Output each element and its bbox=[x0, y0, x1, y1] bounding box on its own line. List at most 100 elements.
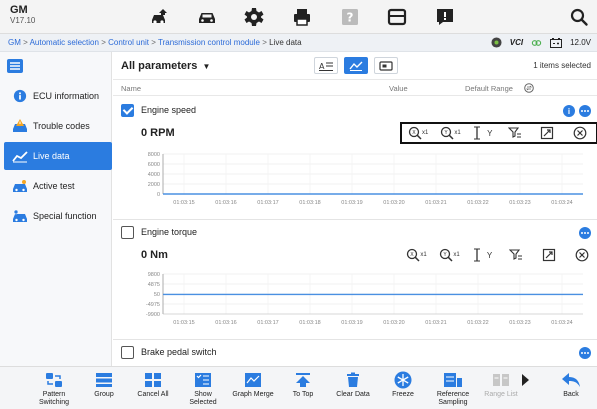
chart-svg: 8000 6000 4000 2000 0 01:03:15 01:03:16 01:03:1… bbox=[148, 152, 583, 206]
y-tick-label: 2000 bbox=[148, 182, 160, 188]
sidebar-item-live-data[interactable]: Live data bbox=[4, 142, 112, 170]
graph-merge-icon bbox=[243, 371, 263, 389]
brand-name: GM bbox=[10, 4, 28, 16]
back-icon bbox=[561, 371, 581, 389]
pattern-switch-icon bbox=[44, 371, 64, 389]
info-icon[interactable]: i bbox=[563, 105, 575, 117]
more-options-icon[interactable] bbox=[579, 227, 591, 239]
menu-toggle-icon[interactable] bbox=[6, 58, 24, 74]
text-view-button[interactable]: A bbox=[314, 57, 338, 74]
param-checkbox[interactable] bbox=[121, 226, 134, 239]
freeze-button[interactable]: Freeze bbox=[376, 371, 430, 409]
row-divider bbox=[113, 219, 597, 220]
zoom-y-button[interactable]: Y x1 bbox=[434, 124, 466, 142]
reference-sampling-button[interactable]: Reference Sampling bbox=[426, 371, 480, 409]
battery-icon bbox=[550, 37, 563, 48]
x-tick-label: 01:03:22 bbox=[467, 200, 488, 206]
toolbar-label: Back bbox=[563, 391, 579, 398]
expand-icon bbox=[542, 248, 555, 262]
fit-y-button[interactable]: Y bbox=[466, 246, 499, 264]
close-graph-button[interactable] bbox=[565, 246, 597, 264]
car-gear-icon bbox=[13, 209, 27, 222]
param-row-engine-speed[interactable]: Engine speed i bbox=[113, 100, 597, 120]
breadcrumb-item[interactable]: GM bbox=[8, 38, 21, 47]
sidebar-item-active-test[interactable]: Active test bbox=[4, 172, 112, 200]
param-row-brake-pedal-switch[interactable]: Brake pedal switch bbox=[113, 342, 597, 362]
parameter-filter-dropdown[interactable]: All parameters ▼ bbox=[121, 60, 210, 72]
graph-engine-torque: 9800 4875 50 -4975 -9900 01:03:15 01:03:16 01:0… bbox=[133, 270, 589, 334]
more-options-icon[interactable] bbox=[579, 347, 591, 359]
to-top-button[interactable]: To Top bbox=[276, 371, 330, 409]
more-arrow-icon bbox=[515, 371, 535, 389]
param-checkbox[interactable] bbox=[121, 104, 134, 117]
zoom-x-icon: X bbox=[408, 126, 422, 140]
filter-button[interactable] bbox=[499, 246, 532, 264]
column-name: Name bbox=[121, 84, 142, 93]
search-icon[interactable] bbox=[568, 6, 590, 28]
live-data-panel: All parameters ▼ A 1 items selected Name … bbox=[113, 52, 597, 366]
fit-y-button[interactable]: Y bbox=[467, 124, 499, 142]
y-tick-label: 6000 bbox=[148, 162, 160, 168]
zoom-x-button[interactable]: X x1 bbox=[402, 124, 434, 142]
param-name: Engine speed bbox=[141, 105, 197, 115]
more-options-icon[interactable] bbox=[579, 105, 591, 117]
trash-icon bbox=[343, 371, 363, 389]
close-graph-button[interactable] bbox=[564, 124, 596, 142]
y-tick-label: 50 bbox=[154, 292, 160, 298]
svg-text:X: X bbox=[412, 130, 416, 136]
param-value: 0 Nm bbox=[141, 249, 168, 261]
range-list-icon bbox=[491, 371, 511, 389]
close-circle-icon bbox=[575, 248, 588, 262]
app-window: GM V17.10 ? GM > Automatic selection > C… bbox=[0, 0, 597, 409]
line-graph-icon bbox=[12, 151, 28, 163]
pattern-switching-button[interactable]: Pattern Switching bbox=[27, 371, 81, 409]
fit-y-label: Y bbox=[487, 128, 493, 138]
toolbar-label: Show Selected bbox=[189, 391, 217, 406]
param-name: Engine torque bbox=[141, 227, 198, 237]
sidebar-item-ecu-information[interactable]: ECU information bbox=[4, 82, 112, 110]
toolbar-label: To Top bbox=[292, 391, 314, 398]
group-button[interactable]: Group bbox=[77, 371, 131, 409]
graph-merge-button[interactable]: Graph Merge bbox=[226, 371, 280, 409]
column-header: Name Value Default Range bbox=[113, 80, 597, 96]
breadcrumb-item[interactable]: Automatic selection bbox=[30, 38, 99, 47]
breadcrumb: GM > Automatic selection > Control unit … bbox=[8, 38, 302, 47]
expand-icon bbox=[541, 126, 554, 140]
chart-svg: 9800 4875 50 -4975 -9900 01:03:15 01:03:16 01:0… bbox=[146, 272, 583, 326]
settings-gear-icon[interactable] bbox=[243, 6, 265, 28]
param-checkbox[interactable] bbox=[121, 346, 134, 359]
zoom-x-button[interactable]: X x1 bbox=[400, 246, 433, 264]
breadcrumb-item[interactable]: Transmission control module bbox=[158, 38, 260, 47]
top-bar: GM V17.10 ? bbox=[0, 0, 597, 34]
car-icon[interactable] bbox=[196, 6, 218, 28]
sidebar-item-label: Special function bbox=[33, 211, 97, 221]
toolbar-label: Cancel All bbox=[137, 391, 169, 398]
battery-voltage: 12.0V bbox=[570, 38, 591, 47]
param-name: Brake pedal switch bbox=[141, 347, 217, 357]
gauge-view-button[interactable] bbox=[374, 57, 398, 74]
data-card-icon[interactable] bbox=[386, 6, 408, 28]
back-button[interactable]: Back bbox=[549, 371, 593, 409]
breadcrumb-item[interactable]: Control unit bbox=[108, 38, 149, 47]
expand-button[interactable] bbox=[532, 246, 565, 264]
panel-view-icon bbox=[379, 60, 393, 71]
param-row-engine-torque[interactable]: Engine torque bbox=[113, 222, 597, 242]
graph-view-button[interactable] bbox=[344, 57, 368, 74]
sidebar-item-special-function[interactable]: Special function bbox=[4, 202, 112, 230]
more-tools-button[interactable] bbox=[512, 371, 538, 409]
car-home-icon[interactable] bbox=[148, 6, 170, 28]
clear-data-button[interactable]: Clear Data bbox=[326, 371, 380, 409]
zoom-y-button[interactable]: Y x1 bbox=[433, 246, 466, 264]
cancel-all-button[interactable]: Cancel All bbox=[126, 371, 180, 409]
expand-button[interactable] bbox=[531, 124, 563, 142]
sidebar-item-trouble-codes[interactable]: Trouble codes bbox=[4, 112, 112, 140]
help-icon[interactable]: ? bbox=[339, 6, 361, 28]
column-default-range: Default Range bbox=[465, 84, 513, 93]
toolbar-label: Graph Merge bbox=[232, 391, 274, 398]
fit-y-label: Y bbox=[486, 250, 493, 260]
range-toggle-icon[interactable] bbox=[524, 83, 534, 93]
printer-icon[interactable] bbox=[291, 6, 313, 28]
show-selected-button[interactable]: Show Selected bbox=[176, 371, 230, 409]
message-icon[interactable] bbox=[434, 6, 456, 28]
filter-button[interactable] bbox=[499, 124, 531, 142]
